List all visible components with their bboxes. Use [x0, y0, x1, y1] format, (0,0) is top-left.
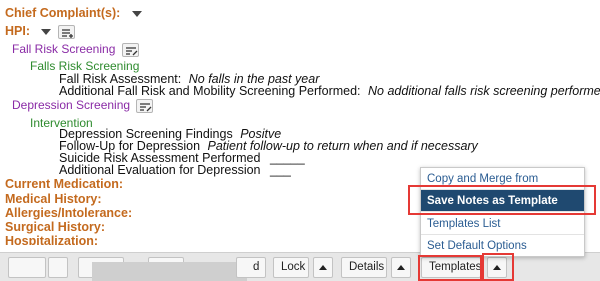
fall-risk-edit-button[interactable]	[121, 42, 139, 57]
fall-risk-screening-label: Fall Risk Screening	[12, 42, 116, 56]
additional-eval-label: Additional Evaluation for Depression	[59, 163, 261, 177]
annotation-highlight-templates-caret	[482, 253, 514, 281]
details-menu-button[interactable]	[391, 257, 411, 278]
toolbar-partial-button[interactable]: d	[236, 257, 266, 278]
depression-edit-button[interactable]	[136, 98, 154, 113]
additional-fall-risk-label: Additional Fall Risk and Mobility Screen…	[59, 84, 361, 98]
depression-screening-heading: Depression Screening	[12, 98, 154, 113]
depression-screening-label: Depression Screening	[12, 98, 131, 112]
annotation-highlight-templates-button	[418, 255, 482, 281]
hpi-add-button[interactable]	[57, 24, 75, 39]
hospitalization-heading: Hospitalization:	[5, 234, 99, 245]
lock-button[interactable]: Lock	[273, 257, 309, 278]
chief-complaint-label: Chief Complaint(s):	[5, 6, 121, 20]
lock-menu-button[interactable]	[313, 257, 333, 278]
hpi-label: HPI:	[5, 24, 30, 38]
annotation-highlight-save-template	[408, 185, 596, 215]
hpi-heading: HPI:	[5, 24, 75, 39]
add-list-icon	[61, 29, 73, 38]
additional-fall-risk-value: No additional falls risk screening perfo…	[368, 84, 600, 98]
toolbar-dropdown-1[interactable]	[48, 257, 68, 278]
caret-up-icon	[319, 265, 327, 271]
hpi-dropdown-icon[interactable]	[41, 28, 52, 35]
details-button[interactable]: Details	[341, 257, 387, 278]
chief-complaint-heading: Chief Complaint(s):	[5, 6, 142, 20]
falls-risk-screening-subheading: Falls Risk Screening	[30, 59, 140, 73]
medical-history-heading: Medical History:	[5, 192, 102, 206]
toolbar-obscured-area	[92, 262, 247, 281]
chief-complaint-dropdown-icon[interactable]	[131, 10, 142, 17]
additional-fall-risk-row: Additional Fall Risk and Mobility Screen…	[59, 84, 600, 98]
edit-icon	[125, 47, 138, 56]
current-medication-heading: Current Medication:	[5, 177, 124, 191]
toolbar-button-1[interactable]	[8, 257, 46, 278]
edit-icon	[140, 103, 152, 112]
allergies-heading: Allergies/Intolerance:	[5, 206, 133, 220]
surgical-history-heading: Surgical History:	[5, 220, 106, 234]
fall-risk-screening-heading: Fall Risk Screening	[12, 42, 139, 57]
menu-item-templates-list[interactable]: Templates List	[421, 213, 584, 235]
caret-up-icon	[397, 265, 405, 271]
additional-eval-blank: ___	[270, 163, 291, 177]
additional-eval-row: Additional Evaluation for Depression ___	[59, 163, 291, 177]
